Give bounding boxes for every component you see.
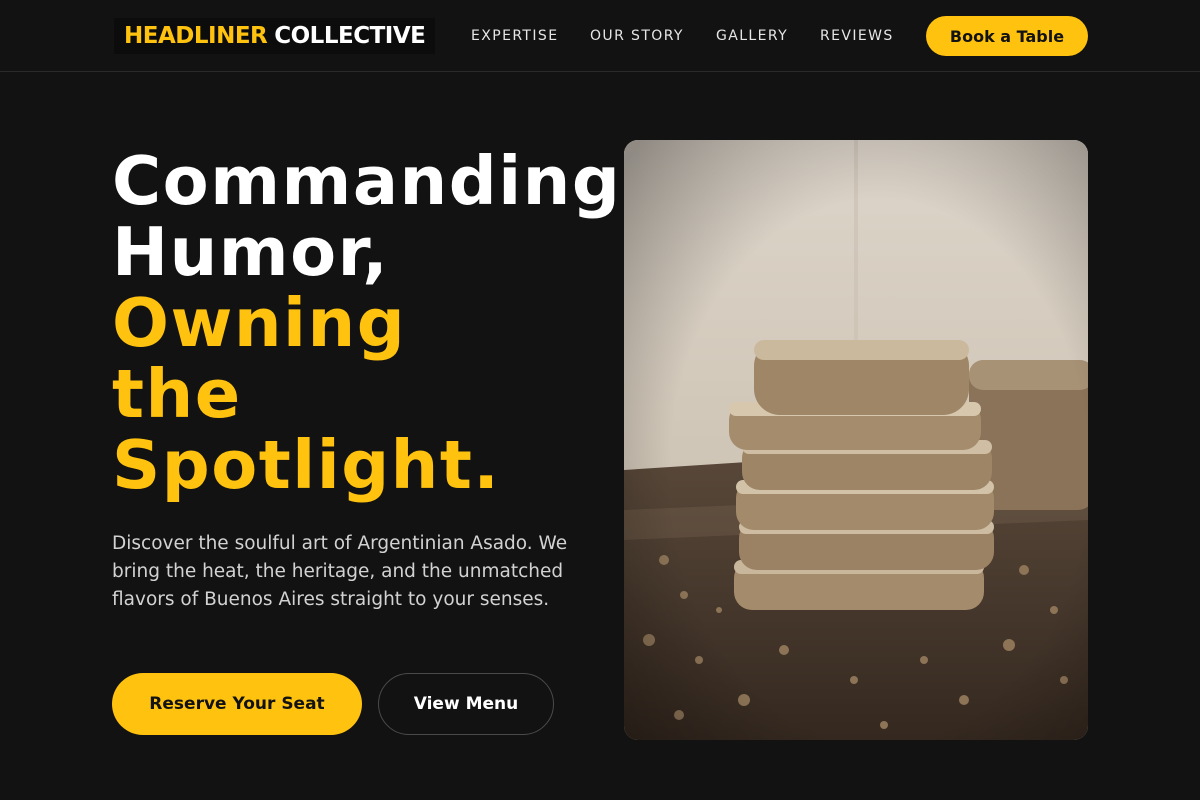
hero-title-line-2: Humor, [112,213,390,291]
logo-rest-text: COLLECTIVE [274,23,426,49]
reserve-seat-button[interactable]: Reserve Your Seat [112,673,362,735]
hero-title-line-3: Owning [112,284,407,362]
nav-link-expertise[interactable]: EXPERTISE [471,0,558,72]
hero-title-line-4: the [112,355,242,433]
site-header: HEADLINER COLLECTIVE EXPERTISE OUR STORY… [0,0,1200,72]
logo-accent-text: HEADLINER [124,23,268,49]
brand-logo[interactable]: HEADLINER COLLECTIVE [114,18,436,54]
hero-photo-bread [624,140,1088,740]
bread-stack-illustration [624,140,1088,740]
book-table-button[interactable]: Book a Table [926,16,1088,56]
hero-description: Discover the soulful art of Argentinian … [112,533,568,610]
hero-title: Commanding Humor, Owning the Spotlight. [112,146,652,501]
view-menu-button[interactable]: View Menu [378,673,554,735]
hero-title-line-1: Commanding [112,142,622,220]
nav-link-reviews[interactable]: REVIEWS [820,0,894,72]
nav-link-gallery[interactable]: GALLERY [716,0,788,72]
nav-link-our-story[interactable]: OUR STORY [590,0,684,72]
hero-title-line-5: Spotlight. [112,426,501,504]
